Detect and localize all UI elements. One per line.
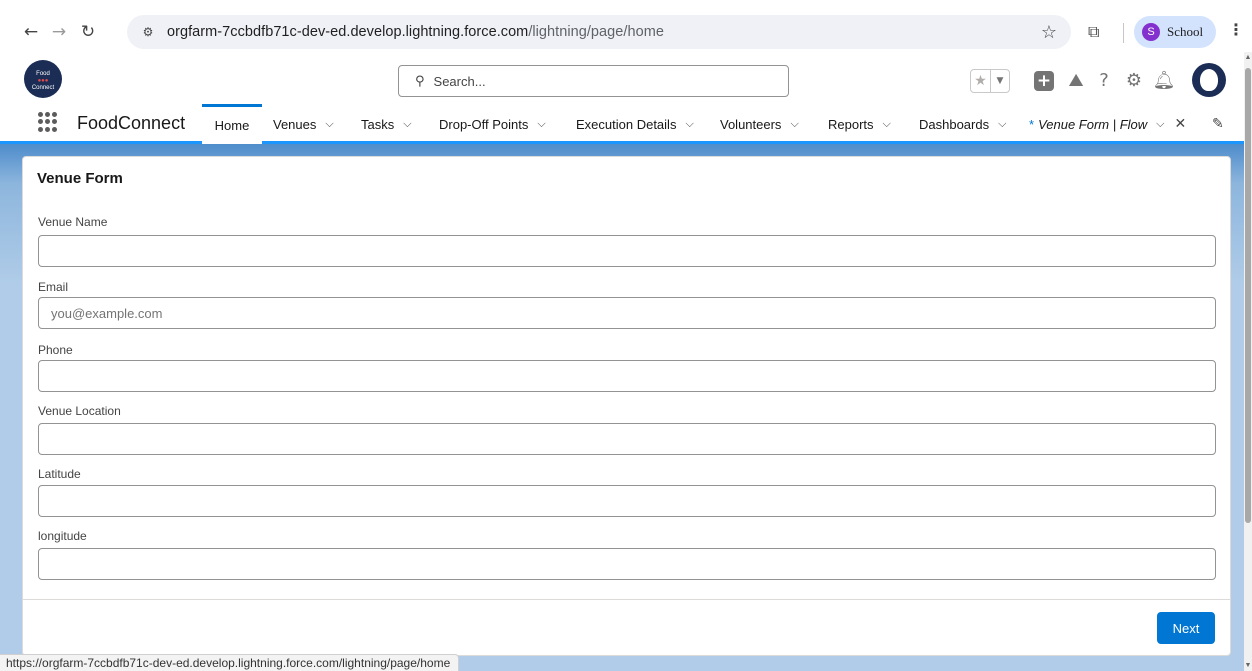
trailhead-icon[interactable]: ⛰ <box>1064 68 1088 92</box>
nav-tab-label: Venue Form | Flow <box>1038 116 1148 132</box>
nav-tab-reports[interactable]: Reports ⌵ <box>828 104 891 144</box>
site-info-icon[interactable]: ⚙ <box>139 23 157 41</box>
latitude-input[interactable] <box>38 485 1216 517</box>
plus-icon: + <box>1034 71 1054 91</box>
venue-location-input[interactable] <box>38 423 1216 455</box>
forward-icon[interactable]: → <box>45 18 73 46</box>
field-label-venue-name: Venue Name <box>38 215 108 229</box>
nav-tab-label: Volunteers <box>720 116 782 132</box>
favorites-star-icon[interactable]: ★ <box>971 70 991 92</box>
nav-tab-home[interactable]: Home <box>202 104 262 144</box>
chevron-down-icon[interactable]: ⌵ <box>1156 117 1164 131</box>
setup-gear-icon[interactable]: ⚙ <box>1122 68 1146 92</box>
form-footer-divider <box>23 599 1230 600</box>
next-button[interactable]: Next <box>1157 612 1215 644</box>
edit-pencil-icon[interactable]: ✎ <box>1212 116 1224 132</box>
reload-icon[interactable]: ↻ <box>74 18 102 46</box>
nav-tab-venues[interactable]: Venues ⌵ <box>273 104 334 144</box>
logo-dots: ●●● <box>37 78 49 84</box>
profile-avatar: S <box>1142 23 1160 41</box>
nav-tab-dashboards[interactable]: Dashboards ⌵ <box>919 104 1006 144</box>
global-search[interactable]: ⚲ Search... <box>398 65 789 97</box>
app-launcher-icon[interactable] <box>38 112 58 132</box>
nav-tab-label: Tasks <box>361 116 395 132</box>
back-icon[interactable]: ← <box>17 18 45 46</box>
toolbar-divider <box>1123 23 1124 43</box>
chevron-down-icon[interactable]: ⌵ <box>685 117 693 131</box>
app-logo[interactable]: Food ●●● Connect <box>24 60 62 98</box>
form-card <box>22 156 1231 656</box>
address-bar[interactable]: ⚙ orgfarm-7ccbdfb71c-dev-ed.develop.ligh… <box>127 15 1071 49</box>
close-icon[interactable]: ✕ <box>1175 116 1187 132</box>
global-actions-icon[interactable]: + <box>1032 68 1056 92</box>
nav-tab-label: Execution Details <box>576 116 677 132</box>
favorites-button[interactable]: ★ ▼ <box>970 69 1010 93</box>
scrollbar[interactable]: ▲ ▼ <box>1244 52 1252 671</box>
url-host: orgfarm-7ccbdfb71c-dev-ed.develop.lightn… <box>167 24 529 40</box>
profile-name: School <box>1167 24 1204 39</box>
favorites-dropdown-icon[interactable]: ▼ <box>991 70 1009 92</box>
nav-tab-volunteers[interactable]: Volunteers ⌵ <box>720 104 799 144</box>
help-icon[interactable]: ? <box>1092 68 1116 92</box>
form-title: Venue Form <box>37 170 123 187</box>
field-label-email: Email <box>38 280 69 294</box>
chevron-down-icon[interactable]: ⌵ <box>325 117 333 131</box>
nav-tab-label: Venues <box>273 116 317 132</box>
chevron-down-icon[interactable]: ⌵ <box>403 117 411 131</box>
phone-input[interactable] <box>38 360 1216 392</box>
nav-tab-tasks[interactable]: Tasks ⌵ <box>361 104 412 144</box>
chevron-down-icon[interactable]: ⌵ <box>537 117 545 131</box>
nav-tab-execution-details[interactable]: Execution Details ⌵ <box>576 104 694 144</box>
field-label-phone: Phone <box>38 343 73 357</box>
user-avatar[interactable] <box>1192 63 1226 97</box>
app-name: FoodConnect <box>77 113 186 133</box>
field-label-longitude: longitude <box>38 529 87 543</box>
link-status-bar: https://orgfarm-7ccbdfb71c-dev-ed.develo… <box>0 654 460 671</box>
url-path: /lightning/page/home <box>528 24 664 40</box>
nav-tab-drop-off-points[interactable]: Drop-Off Points ⌵ <box>439 104 546 144</box>
nav-tab-label: Drop-Off Points <box>439 116 529 132</box>
scroll-up-icon[interactable]: ▲ <box>1244 54 1252 61</box>
chevron-down-icon[interactable]: ⌵ <box>883 117 891 131</box>
nav-tab-venue-form-flow[interactable]: * Venue Form | Flow ⌵ ✕ <box>1029 104 1186 144</box>
email-input[interactable] <box>38 297 1216 329</box>
search-placeholder: Search... <box>433 73 486 89</box>
bookmark-star-icon[interactable]: ☆ <box>1041 22 1057 43</box>
nav-tab-label: Dashboards <box>919 116 990 132</box>
extensions-icon[interactable]: ⧉ <box>1088 22 1099 42</box>
field-label-latitude: Latitude <box>38 467 81 481</box>
logo-text-bottom: Connect <box>31 85 55 91</box>
search-icon: ⚲ <box>415 73 425 89</box>
venue-name-input[interactable] <box>38 235 1216 267</box>
logo-text-top: Food <box>36 71 50 77</box>
nav-tab-label: Reports <box>828 116 874 132</box>
nav-tab-label: Home <box>214 118 250 133</box>
chevron-down-icon[interactable]: ⌵ <box>790 117 798 131</box>
kebab-menu-icon[interactable]: ⋮ <box>1228 20 1244 39</box>
profile-button[interactable]: S School <box>1134 16 1216 48</box>
avatar-face <box>1200 69 1218 91</box>
scroll-down-icon[interactable]: ▼ <box>1244 662 1252 669</box>
scrollbar-thumb[interactable] <box>1245 68 1251 523</box>
unsaved-indicator: * <box>1029 116 1035 132</box>
url-text[interactable]: orgfarm-7ccbdfb71c-dev-ed.develop.lightn… <box>167 24 664 40</box>
longitude-input[interactable] <box>38 548 1216 580</box>
field-label-venue-location: Venue Location <box>38 404 121 418</box>
chevron-down-icon[interactable]: ⌵ <box>998 117 1006 131</box>
notifications-bell-icon[interactable]: 🔔︎ <box>1152 68 1176 92</box>
